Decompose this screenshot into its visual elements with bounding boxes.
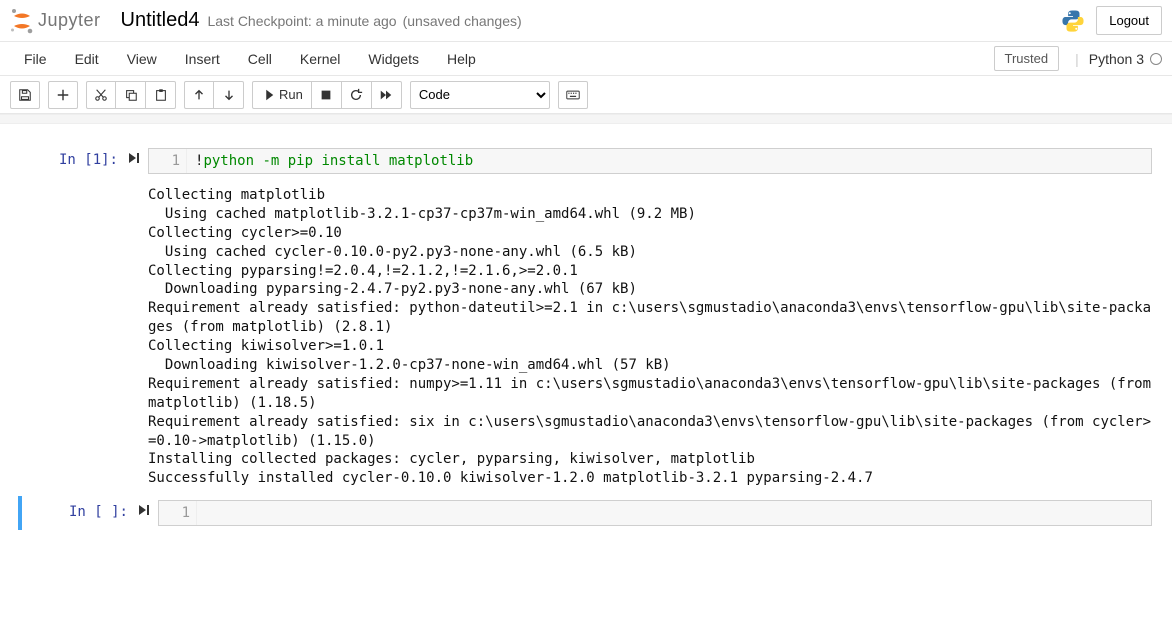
- menu-view[interactable]: View: [113, 45, 171, 73]
- menu-widgets[interactable]: Widgets: [354, 45, 433, 73]
- restart-icon: [349, 88, 363, 102]
- logout-button[interactable]: Logout: [1096, 6, 1162, 35]
- code-cell[interactable]: In [1]: 1 !python -m pip install matplot…: [18, 144, 1152, 178]
- add-cell-button[interactable]: [48, 81, 78, 109]
- move-up-button[interactable]: [184, 81, 214, 109]
- menu-insert[interactable]: Insert: [171, 45, 234, 73]
- prompt-label: In [ ]:: [69, 504, 128, 520]
- move-down-button[interactable]: [214, 81, 244, 109]
- save-button[interactable]: [10, 81, 40, 109]
- interrupt-button[interactable]: [312, 81, 342, 109]
- line-number: 1: [159, 501, 197, 525]
- cut-icon: [94, 88, 108, 102]
- line-number: 1: [149, 149, 187, 173]
- keyboard-icon: [566, 88, 580, 102]
- code-text[interactable]: !python -m pip install matplotlib: [187, 149, 1151, 173]
- cell-output: Collecting matplotlib Using cached matpl…: [148, 186, 1152, 488]
- menu-edit[interactable]: Edit: [61, 45, 113, 73]
- kernel-status-icon: [1150, 53, 1162, 65]
- paste-icon: [154, 88, 168, 102]
- copy-button[interactable]: [116, 81, 146, 109]
- run-button[interactable]: Run: [252, 81, 312, 109]
- code-text[interactable]: [197, 501, 1151, 525]
- paste-button[interactable]: [146, 81, 176, 109]
- save-icon: [18, 88, 32, 102]
- container-band: [0, 114, 1172, 124]
- arrow-down-icon: [222, 88, 236, 102]
- jupyter-logo[interactable]: Jupyter: [10, 8, 101, 34]
- jupyter-logo-icon: [10, 8, 34, 34]
- unsaved-text: (unsaved changes): [403, 13, 522, 29]
- step-forward-icon[interactable]: [138, 504, 150, 520]
- fast-forward-icon: [379, 88, 393, 102]
- prompt-area: In [ ]:: [28, 500, 158, 526]
- menu-help[interactable]: Help: [433, 45, 490, 73]
- code-input[interactable]: 1: [158, 500, 1152, 526]
- checkpoint-text: Last Checkpoint: a minute ago: [207, 13, 396, 29]
- arrow-up-icon: [192, 88, 206, 102]
- restart-run-all-button[interactable]: [372, 81, 402, 109]
- copy-icon: [124, 88, 138, 102]
- trusted-indicator[interactable]: Trusted: [994, 46, 1060, 71]
- cut-button[interactable]: [86, 81, 116, 109]
- command-palette-button[interactable]: [558, 81, 588, 109]
- menu-cell[interactable]: Cell: [234, 45, 286, 73]
- plus-icon: [56, 88, 70, 102]
- code-input[interactable]: 1 !python -m pip install matplotlib: [148, 148, 1152, 174]
- step-forward-icon[interactable]: [128, 152, 140, 168]
- jupyter-logo-text: Jupyter: [38, 10, 101, 31]
- run-icon: [261, 88, 275, 102]
- prompt-area: In [1]:: [18, 148, 148, 174]
- notebook-title[interactable]: Untitled4: [121, 9, 200, 32]
- code-cell[interactable]: In [ ]: 1: [18, 496, 1152, 530]
- menu-file[interactable]: File: [10, 45, 61, 73]
- stop-icon: [319, 88, 333, 102]
- menu-kernel[interactable]: Kernel: [286, 45, 354, 73]
- restart-button[interactable]: [342, 81, 372, 109]
- notebook-container: In [1]: 1 !python -m pip install matplot…: [0, 124, 1172, 530]
- run-label: Run: [279, 87, 303, 102]
- toolbar: Run Code: [0, 76, 1172, 114]
- kernel-name[interactable]: Python 3: [1089, 51, 1144, 67]
- notebook-header: Jupyter Untitled4 Last Checkpoint: a min…: [0, 0, 1172, 42]
- menubar: File Edit View Insert Cell Kernel Widget…: [0, 42, 1172, 76]
- python-icon: [1060, 8, 1086, 34]
- cell-type-select[interactable]: Code: [410, 81, 550, 109]
- prompt-label: In [1]:: [59, 152, 118, 168]
